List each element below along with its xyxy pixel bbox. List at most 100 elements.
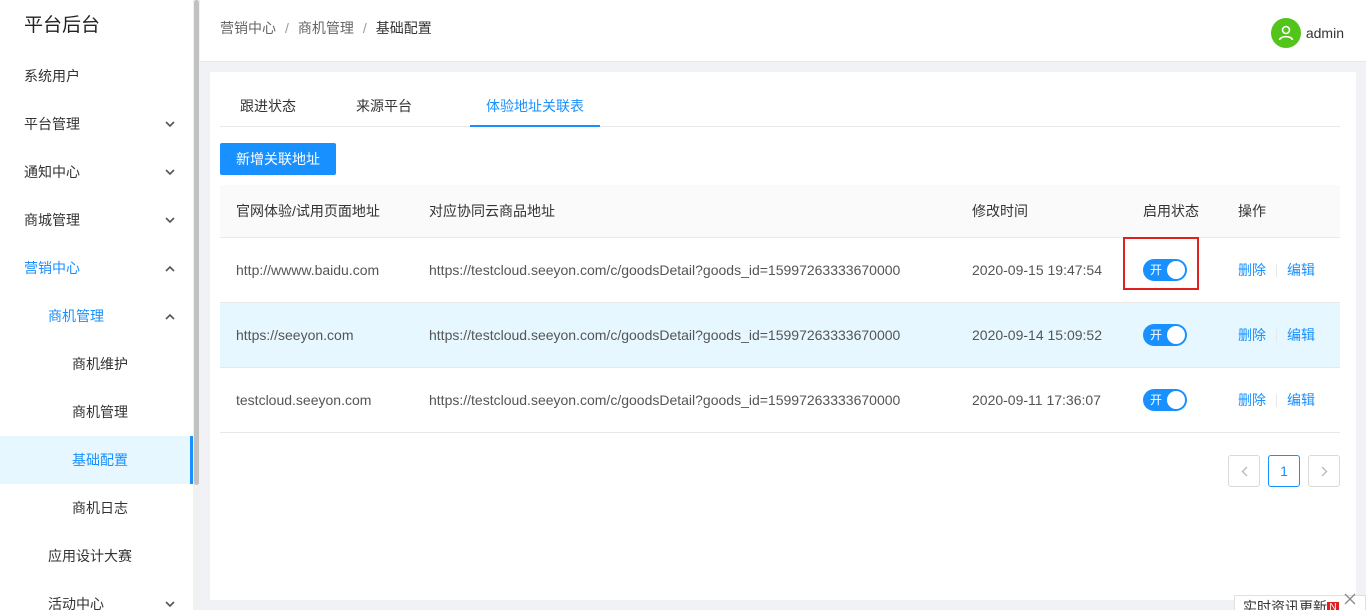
sidebar-item-activity-center[interactable]: 活动中心 — [0, 580, 193, 610]
column-header: 官网体验/试用页面地址 — [236, 203, 380, 219]
add-mapping-button[interactable]: 新增关联地址 — [220, 143, 336, 175]
sidebar-item-label: 商机日志 — [72, 500, 128, 516]
prev-page-button[interactable] — [1228, 455, 1260, 487]
chevron-left-icon — [1241, 466, 1247, 476]
column-header: 操作 — [1238, 203, 1266, 219]
sidebar-item-opportunity-maintenance[interactable]: 商机维护 — [0, 340, 193, 388]
delete-link[interactable]: 删除 — [1238, 325, 1266, 345]
sidebar-item-mall-management[interactable]: 商城管理 — [0, 196, 193, 244]
breadcrumb-separator: / — [362, 20, 367, 36]
table-row: https://seeyon.com https://testcloud.see… — [220, 303, 1340, 368]
delete-link[interactable]: 删除 — [1238, 390, 1266, 410]
breadcrumb-item[interactable]: 营销中心 — [220, 20, 276, 36]
action-divider — [1276, 328, 1277, 342]
chevron-up-icon — [165, 292, 175, 340]
notice-text: 实时资讯更新 — [1243, 599, 1327, 610]
pagination: 1 — [1228, 455, 1340, 487]
chevron-down-icon — [165, 100, 175, 148]
chevron-right-icon — [1321, 466, 1327, 476]
user-menu[interactable]: admin — [1270, 18, 1344, 48]
modified-time-cell: 2020-09-11 17:36:07 — [972, 392, 1101, 408]
sidebar-item-label: 系统用户 — [24, 68, 80, 84]
page-url-cell: testcloud.seeyon.com — [236, 392, 372, 408]
chevron-up-icon — [165, 244, 175, 292]
column-header: 修改时间 — [972, 203, 1028, 219]
chevron-down-icon — [165, 580, 175, 610]
action-divider — [1276, 393, 1277, 407]
goods-url-cell: https://testcloud.seeyon.com/c/goodsDeta… — [429, 392, 901, 408]
chevron-down-icon — [165, 196, 175, 244]
column-header: 启用状态 — [1143, 203, 1199, 219]
sidebar-item-system-users[interactable]: 系统用户 — [0, 52, 193, 100]
page-url-cell: https://seeyon.com — [236, 327, 354, 343]
action-divider — [1276, 263, 1277, 277]
status-toggle[interactable]: 开 — [1143, 389, 1187, 411]
table-header: 官网体验/试用页面地址 对应协同云商品地址 修改时间 启用状态 操作 — [220, 185, 1340, 238]
status-cell: 开 — [1143, 368, 1187, 432]
sidebar-item-label: 活动中心 — [48, 596, 104, 610]
toggle-label: 开 — [1150, 393, 1163, 407]
sidebar-item-opportunity-log[interactable]: 商机日志 — [0, 484, 193, 532]
sidebar-scrollbar[interactable] — [193, 0, 200, 610]
sidebar-item-basic-config[interactable]: 基础配置 — [0, 436, 193, 484]
status-toggle[interactable]: 开 — [1123, 237, 1199, 290]
status-cell: 开 — [1123, 237, 1199, 302]
sidebar-item-label: 应用设计大赛 — [48, 548, 132, 564]
content-card: 跟进状态 来源平台 体验地址关联表 新增关联地址 官网体验/试用页面地址 对应协… — [210, 72, 1356, 600]
page-number-button[interactable]: 1 — [1268, 455, 1300, 487]
sidebar-item-marketing-center[interactable]: 营销中心 — [0, 244, 193, 292]
new-badge: N — [1327, 602, 1339, 610]
sidebar-item-opportunity-admin[interactable]: 商机管理 — [0, 388, 193, 436]
breadcrumb-separator: / — [285, 20, 289, 36]
sidebar-item-label: 通知中心 — [24, 164, 80, 180]
user-icon — [1278, 25, 1294, 41]
tab-bar: 跟进状态 来源平台 体验地址关联表 — [220, 90, 1340, 127]
breadcrumb: 营销中心 / 商机管理 / 基础配置 — [220, 18, 432, 38]
avatar[interactable] — [1270, 18, 1301, 48]
sidebar-item-label: 营销中心 — [24, 260, 80, 276]
sidebar-item-platform-management[interactable]: 平台管理 — [0, 100, 193, 148]
modified-time-cell: 2020-09-15 19:47:54 — [972, 262, 1102, 278]
delete-link[interactable]: 删除 — [1238, 260, 1266, 280]
modified-time-cell: 2020-09-14 15:09:52 — [972, 327, 1102, 343]
page-url-cell: http://wwww.baidu.com — [236, 262, 380, 278]
username[interactable]: admin — [1306, 25, 1344, 41]
sidebar-item-notification-center[interactable]: 通知中心 — [0, 148, 193, 196]
goods-url-cell: https://testcloud.seeyon.com/c/goodsDeta… — [429, 327, 901, 343]
tab-experience-url-mapping[interactable]: 体验地址关联表 — [470, 90, 600, 127]
tab-source-platform[interactable]: 来源平台 — [354, 90, 414, 127]
mapping-table: 官网体验/试用页面地址 对应协同云商品地址 修改时间 启用状态 操作 http:… — [220, 185, 1340, 433]
actions-cell: 删除 编辑 — [1238, 238, 1315, 302]
breadcrumb-current: 基础配置 — [375, 20, 432, 36]
next-page-button[interactable] — [1308, 455, 1340, 487]
chevron-down-icon — [165, 148, 175, 196]
toggle-label: 开 — [1150, 263, 1163, 277]
sidebar-item-label: 平台管理 — [24, 116, 80, 132]
toggle-knob — [1167, 261, 1185, 279]
scrollbar-thumb[interactable] — [194, 0, 199, 485]
toggle-knob — [1167, 326, 1185, 344]
sidebar-item-label: 商机管理 — [72, 404, 128, 420]
breadcrumb-item[interactable]: 商机管理 — [298, 20, 354, 36]
sidebar: 平台后台 系统用户 平台管理 通知中心 商城管理 营销中心 商机管理 商机维护 … — [0, 0, 193, 610]
edit-link[interactable]: 编辑 — [1287, 260, 1315, 280]
edit-link[interactable]: 编辑 — [1287, 390, 1315, 410]
sidebar-item-opportunity-management[interactable]: 商机管理 — [0, 292, 193, 340]
sidebar-item-label: 商机维护 — [72, 356, 128, 372]
top-header: 营销中心 / 商机管理 / 基础配置 admin — [200, 0, 1366, 62]
tab-follow-status[interactable]: 跟进状态 — [236, 90, 300, 127]
status-cell: 开 — [1143, 303, 1187, 367]
toggle-label: 开 — [1150, 328, 1163, 342]
sidebar-item-app-design-contest[interactable]: 应用设计大赛 — [0, 532, 193, 580]
actions-cell: 删除 编辑 — [1238, 368, 1315, 432]
toggle-knob — [1167, 391, 1185, 409]
actions-cell: 删除 编辑 — [1238, 303, 1315, 367]
close-icon[interactable] — [1343, 592, 1357, 606]
edit-link[interactable]: 编辑 — [1287, 325, 1315, 345]
sidebar-item-label: 商机管理 — [48, 308, 104, 324]
status-toggle[interactable]: 开 — [1143, 324, 1187, 346]
table-row: testcloud.seeyon.com https://testcloud.s… — [220, 368, 1340, 433]
goods-url-cell: https://testcloud.seeyon.com/c/goodsDeta… — [429, 262, 901, 278]
sidebar-item-label: 基础配置 — [72, 452, 128, 468]
table-row: http://wwww.baidu.com https://testcloud.… — [220, 237, 1340, 303]
